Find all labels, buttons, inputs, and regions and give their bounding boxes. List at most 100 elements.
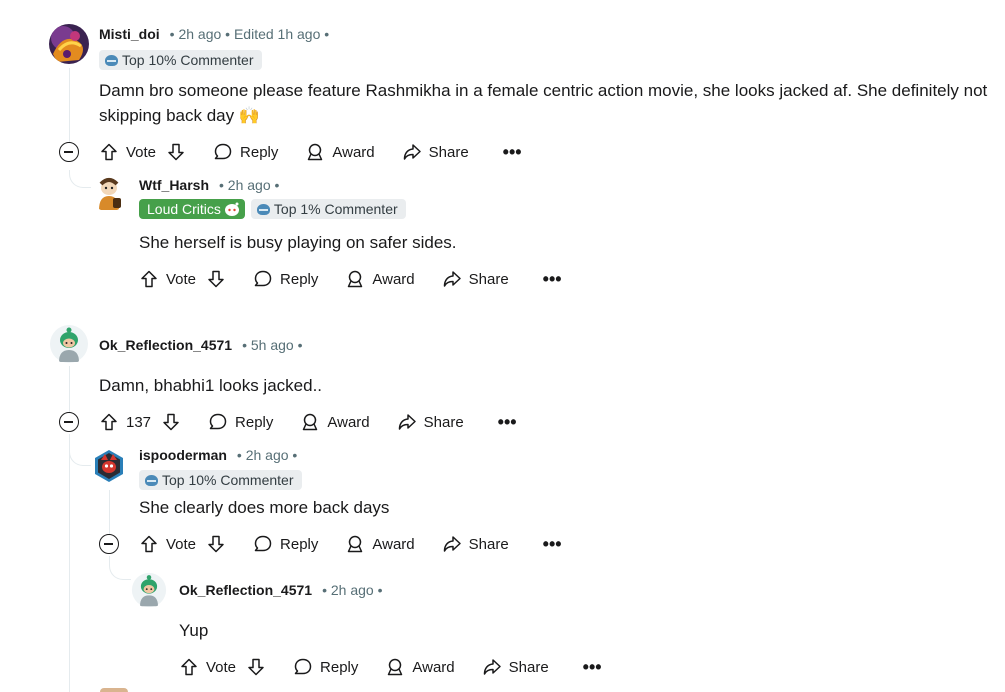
award-label: Award <box>372 270 415 288</box>
share-button[interactable]: Share <box>442 528 509 560</box>
arrow-down-icon <box>168 143 184 161</box>
award-icon <box>303 413 318 431</box>
timestamp: • 2h ago • <box>236 447 298 463</box>
award-button[interactable]: Award <box>305 136 375 168</box>
comment-body: Yup <box>179 621 209 640</box>
arrow-down-icon <box>163 413 179 431</box>
comment-body: She clearly does more back days <box>139 498 390 517</box>
reply-label: Reply <box>235 413 274 431</box>
award-button[interactable]: Award <box>300 406 370 438</box>
award-icon <box>388 658 403 676</box>
avatar-image <box>91 176 127 212</box>
more-options-button[interactable]: ••• <box>583 651 602 683</box>
avatar[interactable] <box>49 324 89 364</box>
upvote-button[interactable]: 137 <box>99 406 151 438</box>
action-bar: Vote Reply Award Share ••• <box>99 136 522 168</box>
share-arrow-icon <box>403 144 421 160</box>
award-button[interactable]: Award <box>345 528 415 560</box>
award-label: Award <box>332 143 375 161</box>
thread-line-root-2-lower[interactable] <box>69 434 70 692</box>
award-button[interactable]: Award <box>385 651 455 683</box>
more-options-button[interactable]: ••• <box>503 136 522 168</box>
downvote-button[interactable] <box>166 136 186 168</box>
vote-count: Vote <box>126 143 157 161</box>
vote-count: Vote <box>166 535 197 553</box>
avatar-image <box>49 24 89 64</box>
thread-line-root-2[interactable] <box>69 366 70 412</box>
avatar[interactable] <box>91 448 127 484</box>
flair-top-commenter: Top 1% Commenter <box>250 199 406 219</box>
comment-body: Damn bro someone please feature Rashmikh… <box>99 81 988 125</box>
downvote-button[interactable] <box>246 651 266 683</box>
username[interactable]: Ok_Reflection_4571 <box>99 337 232 353</box>
share-arrow-icon <box>398 414 416 430</box>
thread-line-child-ispooderman[interactable] <box>109 490 110 534</box>
arrow-up-icon <box>141 270 157 288</box>
thread-connector <box>69 448 91 466</box>
arrow-up-icon <box>101 143 117 161</box>
timestamp: • 2h ago • <box>322 582 383 598</box>
more-options-button[interactable]: ••• <box>498 406 517 438</box>
reply-button[interactable]: Reply <box>208 406 273 438</box>
share-button[interactable]: Share <box>402 136 469 168</box>
share-arrow-icon <box>483 659 501 675</box>
share-label: Share <box>468 270 509 288</box>
speech-bubble-icon <box>214 143 232 160</box>
award-label: Award <box>327 413 370 431</box>
share-button[interactable]: Share <box>397 406 464 438</box>
username[interactable]: Ok_Reflection_4571 <box>179 582 312 598</box>
share-arrow-icon <box>443 271 461 287</box>
award-icon <box>308 143 323 161</box>
timestamp: • 2h ago • <box>219 177 280 193</box>
speech-bubble-icon <box>294 658 312 675</box>
collapse-button[interactable] <box>59 412 79 432</box>
share-button[interactable]: Share <box>442 263 509 295</box>
comment-header: Ok_Reflection_4571 • 5h ago • <box>99 335 302 355</box>
award-label: Award <box>372 535 415 553</box>
downvote-button[interactable] <box>206 263 226 295</box>
avatar[interactable] <box>91 176 127 212</box>
speech-bubble-icon <box>209 413 227 430</box>
arrow-up-icon <box>101 413 117 431</box>
reply-button[interactable]: Reply <box>253 528 318 560</box>
commenter-badge-icon <box>256 203 270 215</box>
next-comment-avatar-partial[interactable] <box>100 688 128 692</box>
reply-button[interactable]: Reply <box>213 136 278 168</box>
more-options-button[interactable]: ••• <box>543 528 562 560</box>
reply-button[interactable]: Reply <box>293 651 358 683</box>
share-button[interactable]: Share <box>482 651 549 683</box>
commenter-badge-icon <box>105 54 118 66</box>
arrow-up-icon <box>141 535 157 553</box>
snoo-flair-icon <box>224 202 239 216</box>
award-icon <box>348 270 363 288</box>
collapse-button[interactable] <box>59 142 79 162</box>
upvote-button[interactable]: Vote <box>179 651 236 683</box>
username[interactable]: Misti_doi <box>99 26 160 42</box>
avatar[interactable] <box>49 24 89 64</box>
comment-body: She herself is busy playing on safer sid… <box>139 233 457 252</box>
username[interactable]: Wtf_Harsh <box>139 177 209 193</box>
avatar-image <box>131 572 167 608</box>
avatar-image <box>91 448 127 484</box>
arrow-down-icon <box>208 270 224 288</box>
reply-label: Reply <box>280 270 319 288</box>
more-options-button[interactable]: ••• <box>543 263 562 295</box>
flair-top-commenter: Top 10% Commenter <box>99 50 262 70</box>
upvote-button[interactable]: Vote <box>139 263 196 295</box>
speech-bubble-icon <box>254 270 272 287</box>
collapse-button[interactable] <box>99 534 119 554</box>
flair-row: Top 10% Commenter <box>99 50 262 70</box>
vote-count: Vote <box>206 658 237 676</box>
upvote-button[interactable]: Vote <box>99 136 156 168</box>
award-icon <box>348 535 363 553</box>
avatar[interactable] <box>131 572 167 608</box>
downvote-button[interactable] <box>161 406 181 438</box>
timestamp: • 2h ago • Edited 1h ago • <box>169 26 330 42</box>
username[interactable]: ispooderman <box>139 447 227 463</box>
downvote-button[interactable] <box>206 528 226 560</box>
thread-line-root-1[interactable] <box>69 68 70 146</box>
reply-label: Reply <box>280 535 319 553</box>
award-button[interactable]: Award <box>345 263 415 295</box>
reply-button[interactable]: Reply <box>253 263 318 295</box>
upvote-button[interactable]: Vote <box>139 528 196 560</box>
